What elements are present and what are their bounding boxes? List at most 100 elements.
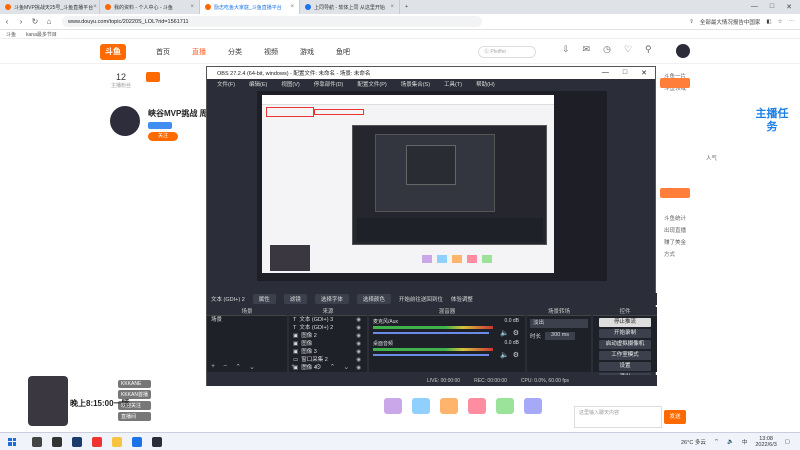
clock[interactable]: 13:08 2022/6/3 [755, 436, 776, 448]
nav-live[interactable]: 直播 [192, 47, 206, 57]
menu-scene-collection[interactable]: 场景集合(S) [401, 80, 430, 88]
selected-text-source[interactable] [314, 109, 364, 115]
url-input[interactable]: www.douyu.com/topic/20220S_LOL?rid=15617… [62, 16, 482, 27]
visibility-eye-icon[interactable]: ◉ [356, 348, 361, 356]
new-tab-button[interactable]: + [400, 0, 414, 14]
menu-edit[interactable]: 编辑(E) [249, 80, 267, 88]
source-item[interactable]: T 文本 (GDI+) 3 ◉ [289, 316, 367, 324]
follow-button[interactable]: 关注 [148, 132, 178, 141]
steam-icon[interactable] [72, 436, 82, 447]
select-font-button[interactable]: 选择字体 [314, 294, 349, 304]
settings-button[interactable]: 设置 [599, 362, 651, 371]
search-icon[interactable] [32, 436, 42, 447]
nav-game[interactable]: 游戏 [300, 47, 314, 57]
gear-icon[interactable]: ⚙ [513, 329, 519, 337]
task-view-icon[interactable] [52, 436, 62, 447]
gift-item[interactable] [440, 398, 458, 414]
app-icon[interactable] [92, 436, 102, 447]
visibility-eye-icon[interactable]: ◉ [356, 332, 361, 340]
home-icon[interactable]: ⌂ [42, 17, 56, 26]
volume-fader[interactable] [373, 354, 489, 356]
notification-icon[interactable]: ▢ [785, 439, 790, 445]
volume-fader[interactable] [373, 332, 489, 334]
speaker-icon[interactable]: 🔈 [500, 351, 509, 359]
studio-mode-button[interactable]: 工作室模式 [599, 351, 651, 360]
nav-home[interactable]: 首页 [156, 47, 170, 57]
reload-icon[interactable]: ↻ [28, 17, 42, 26]
visibility-eye-icon[interactable]: ◉ [356, 364, 361, 372]
download-icon[interactable]: ⇩ [562, 44, 570, 55]
select-color-button[interactable]: 选择颜色 [356, 294, 391, 304]
close-tab-icon[interactable]: × [93, 4, 97, 10]
menu-profile[interactable]: 配置文件(P) [357, 80, 386, 88]
favorites-icon[interactable]: ☆ [778, 19, 783, 25]
close-icon[interactable]: ✕ [786, 3, 792, 11]
input-method-icon[interactable]: 中 [742, 438, 748, 446]
gift-item[interactable] [524, 398, 542, 414]
browser-tab[interactable]: 上同导航 - 软体上同 从这里开始 × [300, 0, 400, 14]
maximize-icon[interactable]: □ [623, 69, 627, 77]
windows-start-icon[interactable] [8, 437, 16, 446]
send-button[interactable]: 发送 [664, 410, 686, 424]
gift-item[interactable] [412, 398, 430, 414]
visibility-eye-icon[interactable]: ◉ [356, 316, 361, 324]
close-tab-icon[interactable]: × [190, 4, 194, 10]
visibility-eye-icon[interactable]: ◉ [356, 356, 361, 364]
gift-item[interactable] [468, 398, 486, 414]
scene-item[interactable]: 场景 [207, 316, 287, 324]
nav-category[interactable]: 分类 [228, 47, 242, 57]
menu-help[interactable]: 帮助(H) [476, 80, 495, 88]
chat-input[interactable]: 这里输入聊天内容 [574, 406, 662, 428]
extension-icon[interactable]: ◧ [766, 19, 771, 25]
share-icon[interactable]: ⇪ [689, 19, 694, 25]
add-icon[interactable]: + [211, 363, 215, 371]
add-icon[interactable]: + [291, 363, 295, 371]
volume-icon[interactable]: 🔈 [727, 439, 734, 445]
move-up-icon[interactable]: ⌃ [235, 363, 241, 371]
network-icon[interactable]: ⌔ [714, 438, 719, 445]
bookmark-item[interactable]: 斗鱼 [6, 31, 16, 38]
maximize-icon[interactable]: □ [770, 3, 774, 11]
forward-icon[interactable]: › [14, 17, 28, 26]
close-tab-icon[interactable]: × [390, 4, 394, 10]
browser-tab-active[interactable]: 励志吃鱼大家庭_斗鱼直播平台 × [200, 0, 300, 14]
remove-icon[interactable]: − [303, 363, 307, 371]
move-down-icon[interactable]: ⌄ [343, 363, 349, 371]
stop-streaming-button[interactable]: 停止推流 [599, 318, 651, 327]
nav-video[interactable]: 视频 [264, 47, 278, 57]
nav-fishbar[interactable]: 鱼吧 [336, 47, 350, 57]
menu-view[interactable]: 视图(V) [281, 80, 299, 88]
properties-button[interactable]: 属性 [252, 294, 276, 304]
orange-action-button[interactable] [660, 78, 690, 88]
close-icon[interactable]: ✕ [641, 69, 647, 77]
message-icon[interactable]: ✉ [583, 44, 591, 55]
duration-input[interactable]: 300 ms [545, 332, 576, 340]
close-tab-icon[interactable]: × [290, 4, 294, 10]
explorer-icon[interactable] [112, 436, 122, 447]
speaker-icon[interactable]: 🔈 [500, 329, 509, 337]
gear-icon[interactable]: ⚙ [513, 351, 519, 359]
bookmark-item[interactable]: kana最多节目 [26, 31, 57, 38]
orange-action-button[interactable] [660, 188, 690, 198]
move-down-icon[interactable]: ⌄ [249, 363, 255, 371]
menu-icon[interactable]: ⋯ [789, 19, 795, 25]
anchor-task-badge[interactable]: 主播任务 [754, 108, 790, 148]
selected-text-source[interactable] [266, 107, 314, 117]
source-item[interactable]: ▣ 图像 2 ◉ [289, 332, 367, 340]
obs-icon[interactable] [152, 436, 162, 447]
menu-docks[interactable]: 停靠部件(D) [314, 80, 344, 88]
gift-item[interactable] [384, 398, 402, 414]
browser-tab[interactable]: 斗鱼MVP挑战天25号_斗鱼直播平台 × [0, 0, 100, 14]
menu-file[interactable]: 文件(F) [217, 80, 235, 88]
anchor-avatar[interactable] [110, 106, 140, 136]
gift-item[interactable] [496, 398, 514, 414]
browser-tab[interactable]: 我的资料 - 个人中心 - 斗鱼 × [100, 0, 200, 14]
menu-tools[interactable]: 工具(T) [444, 80, 462, 88]
source-item[interactable]: ▣ 图像 3 ◉ [289, 348, 367, 356]
minimize-icon[interactable]: — [751, 3, 758, 11]
filters-button[interactable]: 滤镜 [283, 294, 307, 304]
obs-preview[interactable] [257, 91, 607, 281]
history-icon[interactable]: ◷ [603, 44, 611, 55]
minimize-icon[interactable]: — [602, 69, 609, 77]
site-search-input[interactable]: Ⓢ Pfeiffer [478, 46, 536, 58]
